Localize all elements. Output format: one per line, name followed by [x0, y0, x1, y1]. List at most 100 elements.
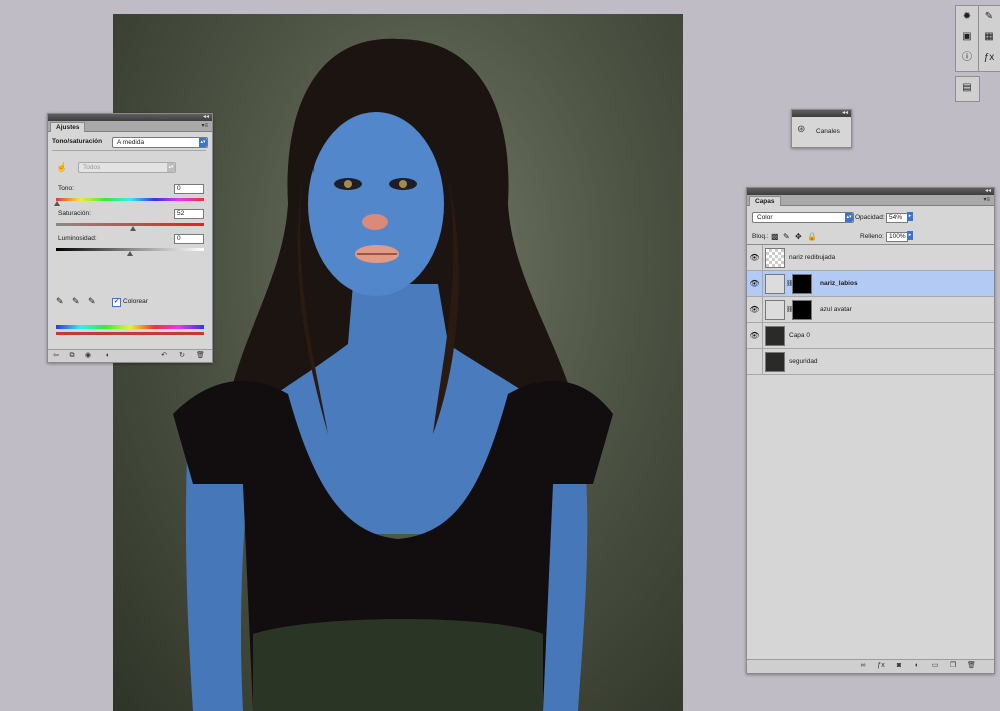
layer-name: Capa 0: [789, 332, 810, 339]
collapse-icon[interactable]: ◂◂: [985, 188, 991, 195]
eyedropper-icon[interactable]: ✎: [56, 296, 64, 307]
lock-pixels-icon[interactable]: ✎: [783, 232, 790, 241]
lightness-input[interactable]: 0: [174, 234, 204, 244]
layer-thumbnail: [765, 352, 785, 372]
updown-arrows-icon: ▴▾: [167, 163, 175, 172]
trash-icon[interactable]: 🗑: [196, 352, 205, 360]
layer-mask-thumbnail[interactable]: [792, 274, 812, 294]
adjustments-panel: ◂◂ Ajustes ▾≡ Tono/saturación A medida ▴…: [47, 113, 213, 363]
hand-targeted-adjust-icon[interactable]: ☝: [56, 162, 67, 173]
eyedropper-minus-icon[interactable]: ✎: [88, 296, 96, 307]
group-icon[interactable]: ▭: [931, 662, 939, 670]
saturation-input[interactable]: 52: [174, 209, 204, 219]
adjustment-layer-thumbnail: [765, 274, 785, 294]
hue-slider-track[interactable]: [56, 198, 204, 201]
layer-row[interactable]: 👁 Capa 0: [747, 323, 994, 349]
eyedropper-plus-icon[interactable]: ✎: [72, 296, 80, 307]
layer-thumbnail: [765, 248, 785, 268]
panel-icons-column-bottom: ▤: [955, 76, 980, 102]
link-icon[interactable]: ∞: [859, 662, 867, 670]
eye-icon[interactable]: 👁: [747, 323, 763, 348]
tab-capas[interactable]: Capas: [749, 196, 781, 206]
layer-row[interactable]: 👁 ⛓ azul avatar: [747, 297, 994, 323]
eye-hidden-icon[interactable]: [747, 349, 763, 374]
lock-position-icon[interactable]: ✥: [795, 232, 802, 241]
updown-arrows-icon: ▴▾: [845, 213, 853, 222]
layer-thumbnail: [765, 326, 785, 346]
eye-icon[interactable]: 👁: [747, 297, 763, 322]
lock-all-icon[interactable]: 🔒: [807, 232, 817, 241]
channel-dropdown[interactable]: Todos ▴▾: [78, 162, 176, 173]
layer-row[interactable]: 👁 nariz redibujada: [747, 245, 994, 271]
channels-icon: ⊛: [797, 124, 806, 135]
history-icon[interactable]: ▤: [960, 81, 974, 95]
refresh-icon[interactable]: ↻: [178, 352, 186, 360]
collapse-icon[interactable]: ◂◂: [203, 114, 209, 121]
channels-label: Canales: [816, 128, 840, 135]
colorize-checkbox[interactable]: ✔: [112, 298, 121, 307]
reset-icon[interactable]: ↶: [160, 352, 168, 360]
return-icon[interactable]: ⇦: [52, 352, 60, 360]
opacity-input[interactable]: 54%: [886, 213, 908, 223]
adjustment-type-label: Tono/saturación: [52, 138, 103, 145]
panel-menu-icon[interactable]: ▾≡: [983, 195, 990, 205]
channel-value: Todos: [83, 164, 101, 171]
trash-icon[interactable]: 🗑: [967, 662, 976, 670]
view-previous-icon[interactable]: ◐: [104, 352, 112, 360]
hue-input[interactable]: 0: [174, 184, 204, 194]
adjustment-icon[interactable]: ◐: [913, 662, 921, 670]
collapse-icon[interactable]: ◂◂: [842, 110, 848, 117]
lightness-slider-thumb[interactable]: [127, 251, 133, 256]
swatches-icon[interactable]: ▦: [982, 30, 996, 44]
panel-icons-column-right: ✎ ▦ ƒx: [978, 5, 1000, 72]
source-color-bar: [56, 325, 204, 329]
blend-mode-dropdown[interactable]: Color ▴▾: [752, 212, 854, 223]
opacity-label: Opacidad:: [855, 214, 885, 221]
layer-row-selected[interactable]: 👁 ⛓ nariz_labios: [747, 271, 994, 297]
colorize-label: Colorear: [123, 298, 148, 305]
panel-titlebar[interactable]: ◂◂: [792, 110, 851, 117]
panel-tab-bar: Ajustes ▾≡: [48, 121, 212, 132]
visibility-icon[interactable]: ◉: [84, 352, 92, 360]
preset-dropdown[interactable]: A medida ▴▾: [112, 137, 208, 148]
result-color-bar: [56, 332, 204, 335]
blend-mode-value: Color: [757, 214, 773, 221]
divider: [52, 150, 206, 151]
channels-panel-collapsed[interactable]: ◂◂ ⊛ Canales: [791, 109, 852, 148]
fill-label: Relleno:: [860, 233, 884, 240]
saturation-slider-thumb[interactable]: [130, 226, 136, 231]
layer-mask-thumbnail[interactable]: [792, 300, 812, 320]
panel-menu-icon[interactable]: ▾≡: [201, 121, 208, 131]
opacity-arrow-icon[interactable]: ▸: [907, 212, 913, 221]
panel-titlebar[interactable]: ◂◂: [747, 188, 994, 195]
hue-slider-thumb[interactable]: [54, 201, 60, 206]
styles-icon[interactable]: ƒx: [982, 51, 996, 65]
layers-footer: ∞ ƒx ◙ ◐ ▭ ❐ 🗑: [747, 659, 994, 673]
tab-ajustes[interactable]: Ajustes: [50, 122, 86, 132]
info-icon[interactable]: ⓘ: [960, 51, 974, 65]
fill-input[interactable]: 100%: [886, 232, 908, 242]
brushes-icon[interactable]: ✎: [982, 10, 996, 24]
image-icon[interactable]: ▣: [960, 30, 974, 44]
brightness-icon[interactable]: ✹: [960, 10, 974, 24]
panel-icons-column-left: ✹ ▣ ⓘ: [955, 5, 980, 72]
new-layer-icon[interactable]: ❐: [949, 662, 957, 670]
layers-panel: ◂◂ Capas ▾≡ Color ▴▾ Opacidad: 54% ▸ Blo…: [746, 187, 995, 674]
panel-titlebar[interactable]: ◂◂: [48, 114, 212, 121]
layer-name: nariz_labios: [820, 280, 858, 287]
adjustments-footer: ⇦ ⧉ ◉ ◐ ↶ ↻ 🗑: [48, 349, 212, 362]
layer-name: seguridad: [789, 358, 818, 365]
eye-icon[interactable]: 👁: [747, 245, 763, 270]
layer-row[interactable]: seguridad: [747, 349, 994, 375]
fx-icon[interactable]: ƒx: [877, 662, 885, 670]
eye-icon[interactable]: 👁: [747, 271, 763, 296]
mask-icon[interactable]: ◙: [895, 662, 903, 670]
preset-value: A medida: [117, 139, 145, 146]
layer-name: azul avatar: [820, 306, 852, 313]
layer-name: nariz redibujada: [789, 254, 836, 261]
fill-arrow-icon[interactable]: ▸: [907, 231, 913, 240]
clip-layer-icon[interactable]: ⧉: [68, 352, 76, 360]
lightness-label: Luminosidad:: [58, 235, 97, 242]
updown-arrows-icon: ▴▾: [199, 138, 207, 147]
lock-transparency-icon[interactable]: ▩: [771, 232, 779, 241]
